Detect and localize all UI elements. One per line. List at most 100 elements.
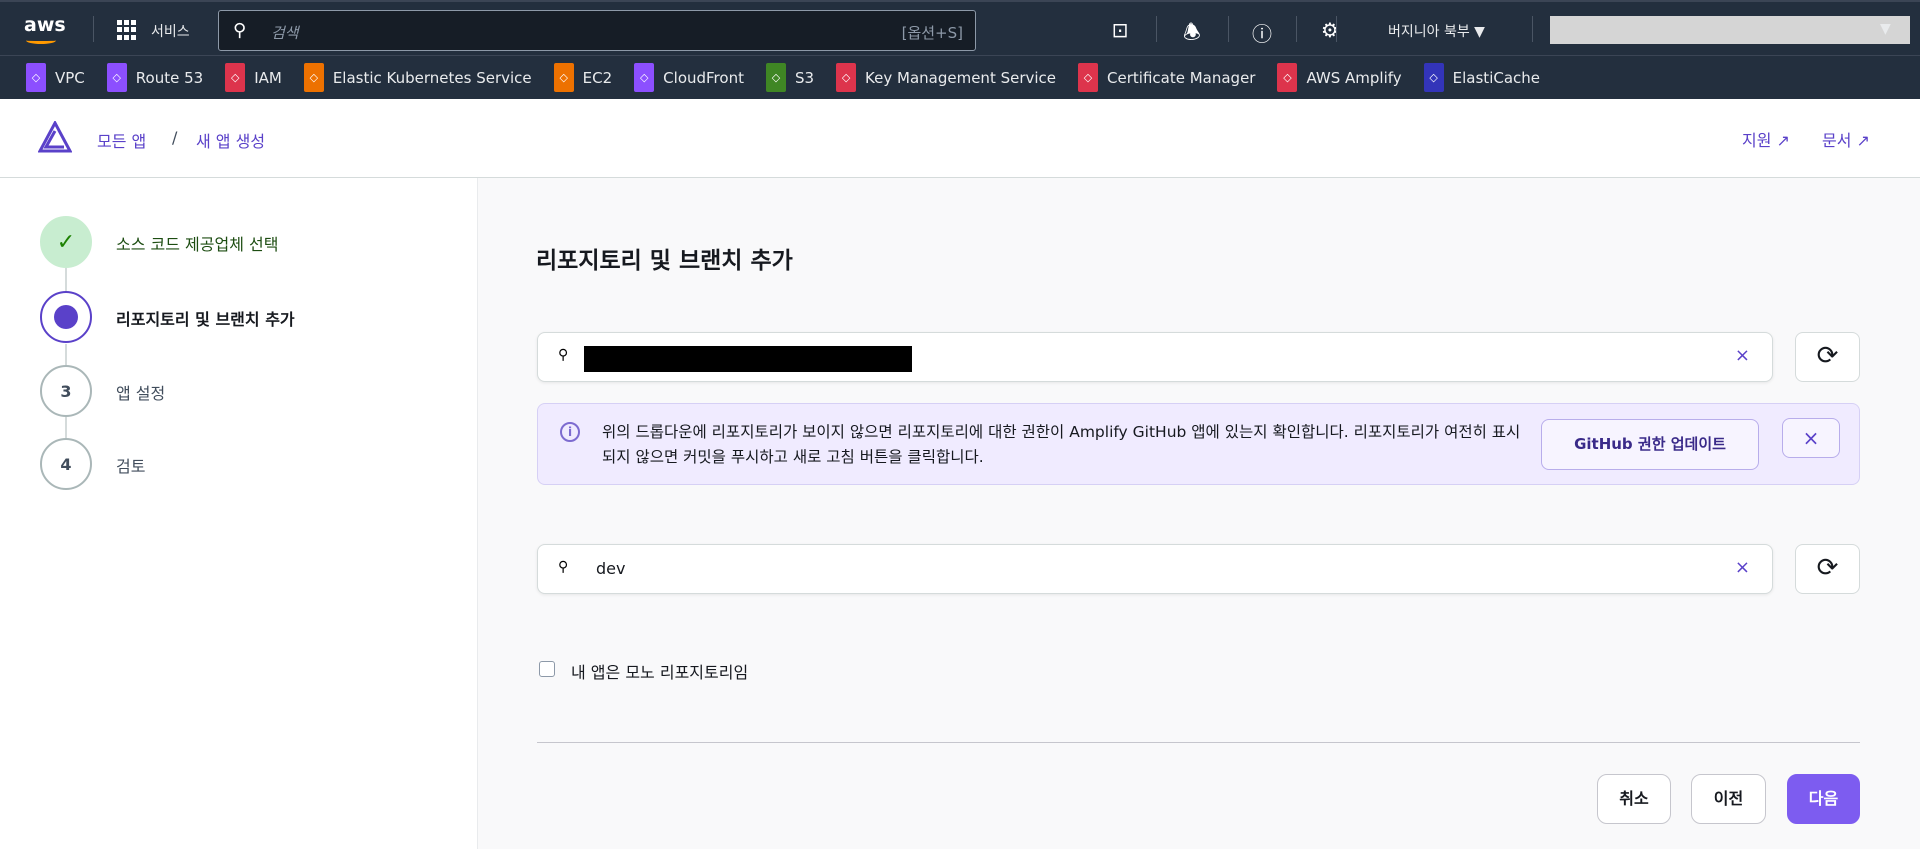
previous-button[interactable]: 이전 [1691,774,1766,824]
divider [1336,16,1337,42]
aws-logo[interactable]: aws [24,14,66,36]
search-icon: ⚲ [558,559,569,575]
favorite-s3[interactable]: ◇ S3 [765,63,815,92]
service-icon: ◇ [225,63,246,92]
search-placeholder: 검색 [271,24,299,42]
favorite-label: Key Management Service [865,68,1057,87]
wizard-steps: ✓ 소스 코드 제공업체 선택 리포지토리 및 브랜치 추가 3 앱 설정 4 … [0,178,478,849]
step-1-check-icon: ✓ [40,216,92,268]
service-icon: ◇ [106,63,127,92]
service-icon: ◇ [553,63,574,92]
step-connector [65,344,67,365]
service-icon: ◇ [26,63,46,92]
help-icon[interactable]: ⓘ [1250,18,1274,47]
favorite-label: VPC [55,68,85,87]
divider [1532,16,1533,42]
external-link-icon: ↗ [1776,131,1790,150]
favorite-cloudfront[interactable]: ◇ CloudFront [634,63,744,92]
docs-link[interactable]: 문서 ↗ [1822,127,1870,151]
region-selector[interactable]: 버지니아 북부 ▼ [1388,21,1485,41]
favorite-route-53[interactable]: ◇ Route 53 [106,63,204,92]
favorite-label: ElastiCache [1452,68,1541,87]
favorite-label: Route 53 [135,68,204,87]
favorite-label: CloudFront [663,68,744,87]
gear-icon[interactable]: ⚙ [1318,18,1342,42]
service-icon: ◇ [303,63,324,92]
step-2-label: 리포지토리 및 브랜치 추가 [116,310,295,329]
branch-value: dev [596,559,626,578]
info-message: 위의 드롭다운에 리포지토리가 보이지 않으면 리포지토리에 대한 권한이 Am… [602,423,1521,466]
favorite-label: Certificate Manager [1107,68,1256,87]
step-4-label: 검토 [116,457,146,476]
breadcrumb-separator: / [172,128,178,147]
service-icon: ◇ [765,63,786,92]
favorite-label: EC2 [582,68,613,87]
clear-icon[interactable]: × [1735,557,1750,578]
account-caret-icon[interactable]: ▼ [1880,21,1891,37]
search-icon: ⚲ [558,347,569,363]
info-icon: i [560,422,580,442]
service-icon: ◇ [634,63,655,92]
page-header: 모든 앱 / 새 앱 생성 지원 ↗ 문서 ↗ [0,99,1920,178]
next-button[interactable]: 다음 [1787,774,1860,824]
info-alert: i 위의 드롭다운에 리포지토리가 보이지 않으면 리포지토리에 대한 권한이 … [537,403,1860,485]
services-grid-icon[interactable] [117,20,137,40]
favorite-elastic-kubernetes-service[interactable]: ◇ Elastic Kubernetes Service [303,63,532,92]
monorepo-checkbox[interactable] [539,661,555,677]
step-4-number: 4 [40,438,92,490]
divider [1156,16,1157,42]
divider [537,742,1860,743]
docs-label: 문서 [1822,131,1852,150]
top-navigation: aws 서비스 ⚲ 검색 [옵션+S] ⊡ 🕭 ⓘ ⚙ 버지니아 북부 ▼ ▼ [0,0,1920,55]
favorite-aws-amplify[interactable]: ◇ AWS Amplify [1277,63,1402,92]
step-2-current-icon [40,291,92,343]
favorite-ec2[interactable]: ◇ EC2 [553,63,613,92]
favorite-elasticache[interactable]: ◇ ElastiCache [1423,63,1541,92]
favorite-label: Elastic Kubernetes Service [332,68,532,87]
support-label: 지원 [1742,131,1772,150]
favorite-key-management-service[interactable]: ◇ Key Management Service [836,63,1056,92]
services-menu[interactable]: 서비스 [151,21,190,41]
dismiss-alert-button[interactable]: × [1782,418,1840,458]
divider [1296,16,1297,42]
divider [93,16,94,42]
service-icon: ◇ [1078,63,1099,92]
favorite-label: AWS Amplify [1306,68,1402,87]
favorite-label: S3 [794,68,815,87]
account-menu[interactable] [1550,16,1910,44]
service-icon: ◇ [1423,63,1444,92]
step-3-number: 3 [40,365,92,417]
favorite-iam[interactable]: ◇ IAM [225,63,282,92]
service-icon: ◇ [836,63,857,92]
step-connector [65,417,67,438]
favorite-certificate-manager[interactable]: ◇ Certificate Manager [1078,63,1255,92]
refresh-repositories-button[interactable]: ⟳ [1795,332,1860,382]
amplify-logo-icon[interactable] [38,121,72,153]
cloudshell-icon[interactable]: ⊡ [1108,18,1132,42]
service-icon: ◇ [1277,63,1298,92]
monorepo-label[interactable]: 내 앱은 모노 리포지토리임 [571,659,748,683]
cancel-button[interactable]: 취소 [1597,774,1671,824]
step-3-label: 앱 설정 [116,384,166,403]
branch-select[interactable]: ⚲ dev × [537,544,1773,594]
breadcrumb-all-apps[interactable]: 모든 앱 [97,128,146,152]
search-input[interactable]: ⚲ 검색 [옵션+S] [218,10,976,51]
redacted-repository-name [584,346,912,372]
aws-logo-smile [26,37,56,44]
repository-select[interactable]: ⚲ × [537,332,1773,382]
refresh-branches-button[interactable]: ⟳ [1795,544,1860,594]
favorite-vpc[interactable]: ◇ VPC [26,63,85,92]
step-connector [65,268,67,292]
divider [1228,16,1229,42]
page-title: 리포지토리 및 브랜치 추가 [536,248,793,274]
support-link[interactable]: 지원 ↗ [1742,127,1790,151]
update-github-permissions-button[interactable]: GitHub 권한 업데이트 [1541,419,1759,470]
clear-icon[interactable]: × [1735,345,1750,366]
bell-icon[interactable]: 🕭 [1180,18,1204,52]
breadcrumb-current: 새 앱 생성 [196,132,266,151]
search-shortcut: [옵션+S] [901,24,963,42]
search-icon: ⚲ [233,20,247,41]
step-1-label[interactable]: 소스 코드 제공업체 선택 [116,231,278,255]
external-link-icon: ↗ [1856,131,1870,150]
favorite-label: IAM [254,68,282,87]
